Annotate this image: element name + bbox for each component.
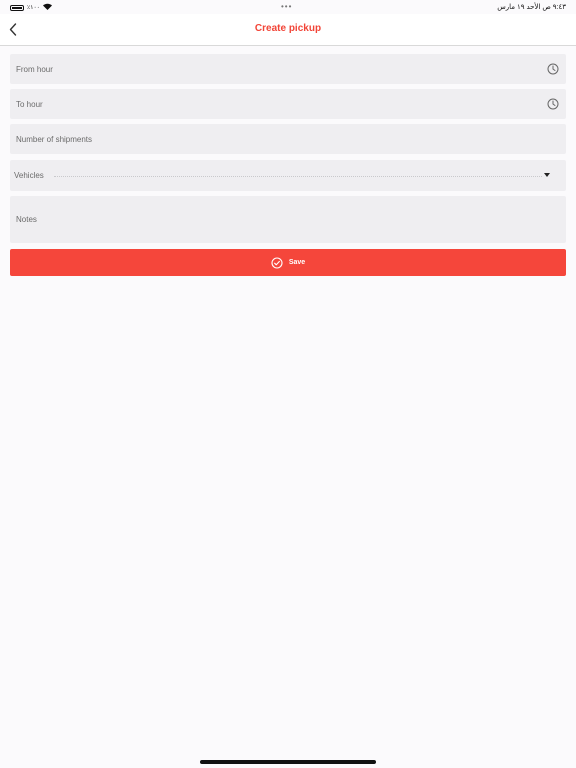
nav-bar: Create pickup (0, 14, 576, 46)
vehicles-divider (54, 176, 542, 177)
vehicles-select[interactable]: Vehicles (10, 160, 566, 191)
battery-percent: ٪١٠٠ (27, 5, 40, 11)
from-hour-field[interactable]: From hour (10, 54, 566, 84)
clock-icon[interactable] (547, 98, 559, 110)
to-hour-label: To hour (16, 100, 43, 109)
save-label: Save (288, 259, 306, 266)
shipments-field[interactable]: Number of shipments (10, 124, 566, 154)
notes-label: Notes (16, 215, 37, 224)
wifi-icon (42, 3, 52, 12)
check-circle-icon (271, 256, 283, 269)
shipments-label: Number of shipments (16, 135, 93, 144)
page-title: Create pickup (254, 23, 322, 34)
caret-down-icon[interactable] (544, 173, 550, 177)
status-bar: ٪١٠٠ ••• ٩:٤٣ ص الأحد ١٩ مارس (0, 0, 576, 14)
from-hour-label: From hour (16, 65, 53, 74)
save-button[interactable]: Save (10, 249, 566, 276)
notes-field[interactable]: Notes (10, 196, 566, 243)
vehicles-label: Vehicles (14, 171, 44, 180)
multitask-indicator[interactable]: ••• (281, 2, 292, 11)
status-left: ٪١٠٠ (10, 3, 52, 12)
home-indicator[interactable] (200, 760, 376, 764)
to-hour-field[interactable]: To hour (10, 89, 566, 119)
battery-icon (10, 4, 24, 11)
clock-icon[interactable] (547, 63, 559, 75)
status-datetime: ٩:٤٣ ص الأحد ١٩ مارس (497, 4, 566, 11)
